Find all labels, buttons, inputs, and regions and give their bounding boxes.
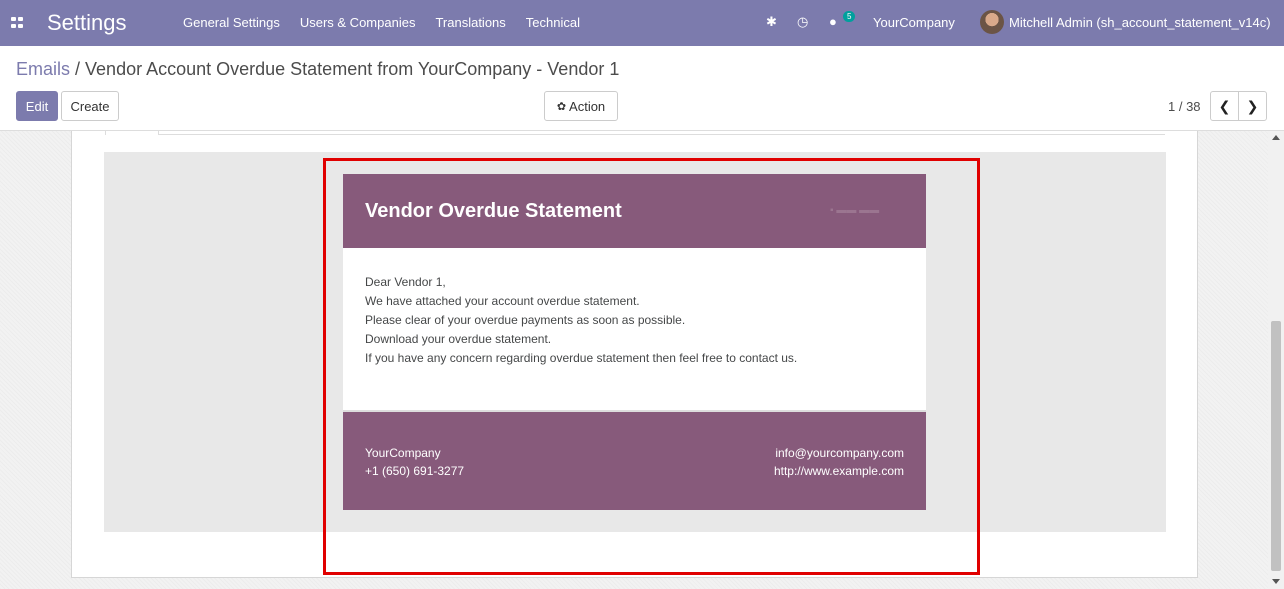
footer-company: YourCompany	[365, 446, 441, 460]
chat-icon[interactable]: ●	[829, 14, 837, 29]
user-menu[interactable]: Mitchell Admin (sh_account_statement_v14…	[1009, 15, 1271, 30]
footer-email[interactable]: info@yourcompany.com	[774, 444, 904, 462]
top-navbar: Settings General Settings Users & Compan…	[0, 0, 1284, 46]
control-panel: Emails / Vendor Account Overdue Statemen…	[0, 46, 1284, 131]
form-view: Vendor Overdue Statement ▪ ▬▬ ▬▬ Dear Ve…	[0, 131, 1284, 589]
email-header: Vendor Overdue Statement ▪ ▬▬ ▬▬	[343, 174, 926, 248]
company-switcher[interactable]: YourCompany	[873, 15, 955, 30]
chevron-right-icon: ❯	[1246, 97, 1259, 114]
email-title: Vendor Overdue Statement	[365, 200, 622, 222]
footer-contact-left: YourCompany +1 (650) 691-3277	[365, 444, 464, 480]
email-template-card: Vendor Overdue Statement ▪ ▬▬ ▬▬ Dear Ve…	[343, 174, 926, 510]
pager-next-button[interactable]: ❯	[1238, 91, 1267, 121]
email-body-line: If you have any concern regarding overdu…	[365, 351, 798, 365]
form-sheet: Vendor Overdue Statement ▪ ▬▬ ▬▬ Dear Ve…	[71, 131, 1198, 578]
pager-value[interactable]: 1 / 38	[1168, 99, 1201, 114]
chat-count-badge: 5	[843, 11, 856, 22]
email-body-line: Please clear of your overdue payments as…	[365, 313, 686, 327]
breadcrumb: Emails / Vendor Account Overdue Statemen…	[16, 59, 619, 80]
create-button[interactable]: Create	[61, 91, 119, 121]
footer-phone: +1 (650) 691-3277	[365, 464, 465, 478]
email-body-line: We have attached your account overdue st…	[365, 294, 640, 308]
email-body-line: Dear Vendor 1,	[365, 275, 446, 289]
bug-icon[interactable]: ✱	[766, 14, 777, 30]
main-menu: General Settings Users & Companies Trans…	[183, 15, 600, 30]
menu-technical[interactable]: Technical	[526, 15, 580, 30]
menu-translations[interactable]: Translations	[435, 15, 505, 30]
vertical-scrollbar[interactable]	[1268, 131, 1284, 589]
breadcrumb-current: Vendor Account Overdue Statement from Yo…	[85, 59, 620, 79]
scroll-up-arrow-icon[interactable]	[1272, 135, 1280, 140]
notebook-active-tab[interactable]	[105, 131, 159, 135]
menu-general-settings[interactable]: General Settings	[183, 15, 280, 30]
breadcrumb-parent-link[interactable]: Emails	[16, 59, 70, 79]
email-footer: YourCompany +1 (650) 691-3277 info@yourc…	[343, 410, 926, 510]
edit-button[interactable]: Edit	[16, 91, 58, 121]
pager-previous-button[interactable]: ❮	[1210, 91, 1239, 121]
email-preview-background: Vendor Overdue Statement ▪ ▬▬ ▬▬ Dear Ve…	[104, 152, 1166, 532]
company-logo-placeholder: ▪ ▬▬ ▬▬	[830, 205, 880, 216]
action-label: Action	[569, 98, 606, 114]
footer-website[interactable]: http://www.example.com	[774, 462, 904, 480]
app-title[interactable]: Settings	[47, 10, 127, 36]
apps-menu-icon[interactable]	[11, 17, 23, 28]
scrollbar-thumb[interactable]	[1271, 321, 1281, 571]
email-body: Dear Vendor 1, We have attached your acc…	[365, 273, 905, 368]
footer-contact-right: info@yourcompany.com http://www.example.…	[774, 444, 904, 480]
notebook-tab-line	[105, 134, 1165, 135]
gear-icon: ✿	[556, 100, 567, 113]
breadcrumb-separator: /	[70, 59, 86, 79]
avatar[interactable]	[980, 10, 1004, 34]
chevron-left-icon: ❮	[1218, 97, 1231, 114]
email-body-line: Download your overdue statement.	[365, 332, 552, 346]
scroll-down-arrow-icon[interactable]	[1272, 579, 1280, 584]
menu-users-companies[interactable]: Users & Companies	[300, 15, 416, 30]
action-button[interactable]: ✿ Action	[544, 91, 618, 121]
clock-icon[interactable]: ◷	[797, 14, 808, 30]
